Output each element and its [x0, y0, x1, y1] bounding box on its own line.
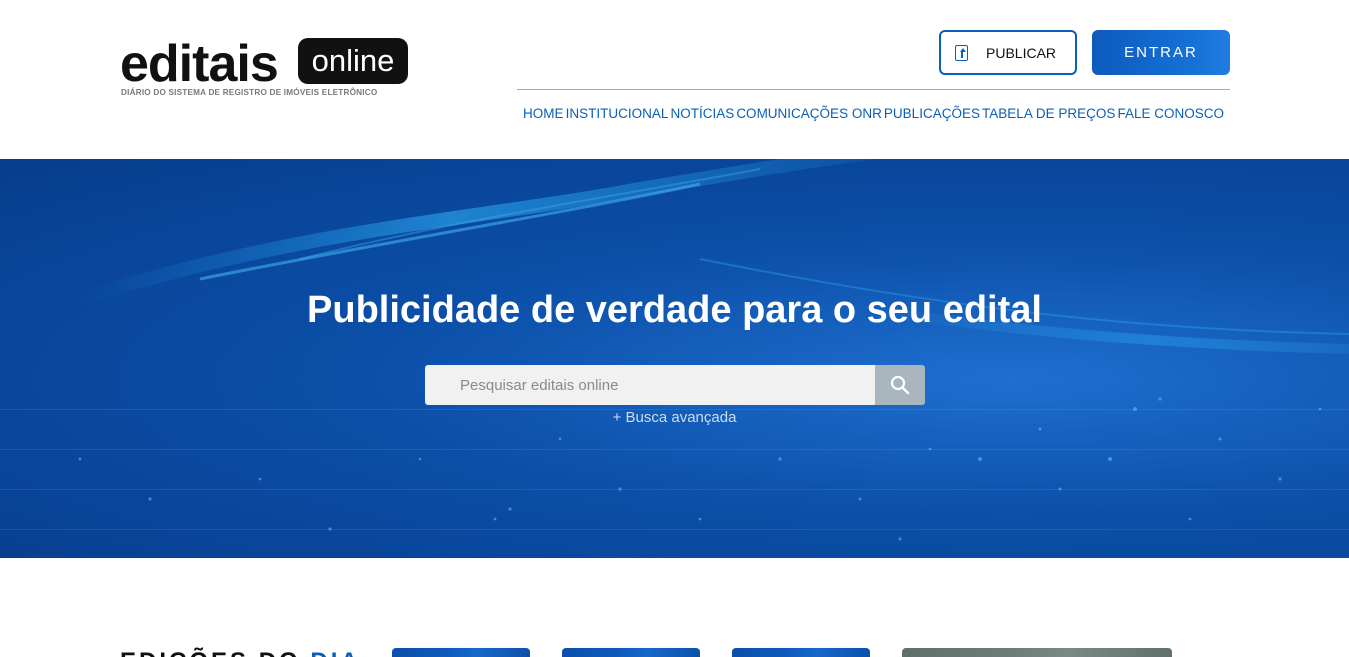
nav-item-publicacoes[interactable]: PUBLICAÇÕES	[884, 105, 980, 125]
nav-item-noticias[interactable]: NOTÍCIAS	[670, 105, 734, 125]
hero-background-graphic	[0, 159, 1349, 541]
advanced-search-link[interactable]: + Busca avançada	[0, 409, 1349, 426]
search-input[interactable]	[425, 365, 875, 405]
hero-title-bold: de verdade	[530, 289, 732, 331]
logo-subtitle: DIÁRIO DO SISTEMA DE REGISTRO DE IMÓVEIS…	[121, 88, 378, 97]
logo-word: editais	[120, 35, 279, 93]
hero-banner: Publicidade de verdade para o seu edital…	[0, 159, 1349, 558]
section-title-accent: DIA	[310, 648, 360, 657]
edition-card-wide[interactable]	[902, 648, 1172, 657]
edition-card[interactable]	[562, 648, 700, 657]
main-nav: HOME INSTITUCIONAL NOTÍCIAS COMUNICAÇÕES…	[517, 105, 1230, 125]
edition-card[interactable]	[732, 648, 870, 657]
edition-card[interactable]	[392, 648, 530, 657]
site-header: editais online DIÁRIO DO SISTEMA DE REGI…	[0, 0, 1349, 159]
entrar-button[interactable]: ENTRAR	[1092, 30, 1230, 75]
entrar-label: ENTRAR	[1124, 44, 1198, 61]
hero-title-post: para o seu edital	[731, 289, 1042, 331]
hero-title: Publicidade de verdade para o seu edital	[0, 289, 1349, 332]
search-bar	[425, 365, 925, 405]
section-title: EDIÇÕES DO DIA	[120, 648, 361, 657]
nav-item-fale-conosco[interactable]: FALE CONOSCO	[1117, 105, 1224, 125]
section-title-pre: EDIÇÕES DO	[120, 648, 310, 657]
publicar-button[interactable]: PUBLICAR	[939, 30, 1077, 75]
search-button[interactable]	[875, 365, 925, 405]
nav-item-home[interactable]: HOME	[523, 105, 564, 125]
search-icon	[890, 375, 910, 395]
publicar-label: PUBLICAR	[986, 44, 1057, 61]
nav-divider	[517, 89, 1230, 90]
nav-item-tabela-de-precos[interactable]: TABELA DE PREÇOS	[982, 105, 1115, 125]
nav-item-comunicacoes-onr[interactable]: COMUNICAÇÕES ONR	[736, 105, 882, 125]
hero-title-pre: Publicidade	[307, 289, 531, 331]
logo-online-box: online	[298, 38, 408, 84]
site-logo[interactable]: editais online DIÁRIO DO SISTEMA DE REGI…	[120, 36, 410, 102]
nav-item-institucional[interactable]: INSTITUCIONAL	[566, 105, 669, 125]
upload-file-icon	[955, 44, 968, 61]
